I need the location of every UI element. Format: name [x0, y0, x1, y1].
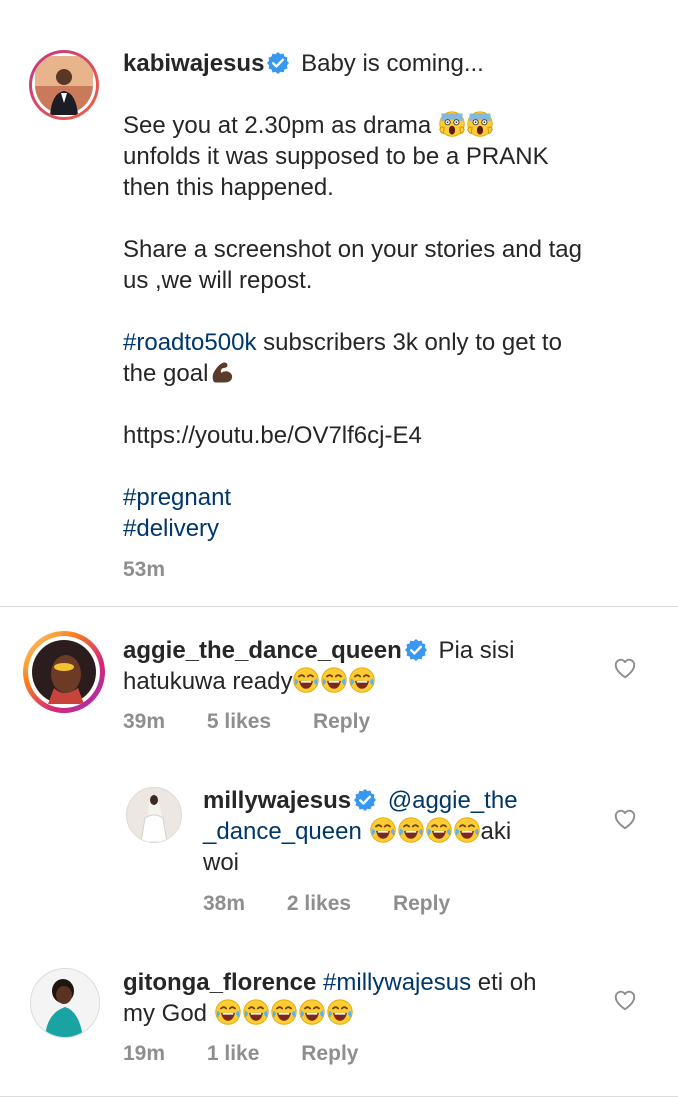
laughing-emoji-icon [242, 998, 270, 1026]
youtube-link[interactable]: https://youtu.be/OV7lf6cj-E4 [123, 422, 422, 449]
comment-likes[interactable]: 2 likes [287, 892, 351, 915]
verified-badge-icon [404, 638, 428, 662]
comment-meta: 19m 1 like Reply [123, 1042, 394, 1066]
verified-badge-icon [266, 51, 290, 75]
laughing-emoji-icon [292, 666, 320, 694]
mention-link[interactable]: #millywajesus [323, 969, 471, 996]
caption-line: See you at 2.30pm as drama [123, 112, 432, 139]
caption-line: the goal [123, 360, 209, 387]
reply-button[interactable]: Reply [313, 710, 370, 733]
reply-button[interactable]: Reply [301, 1042, 358, 1065]
post-timestamp: 53m [123, 558, 201, 582]
scream-emoji-icon [466, 110, 494, 138]
caption-line: us ,we will repost. [123, 267, 313, 294]
caption-line: unfolds it was supposed to be a PRANK [123, 143, 549, 170]
comment-time: 19m [123, 1042, 166, 1065]
laughing-emoji-icon [348, 666, 376, 694]
avatar-millywajesus[interactable] [126, 787, 182, 843]
comment-body: hatukuwa ready [123, 668, 293, 695]
comment-body: woi [203, 849, 240, 876]
avatar-gitonga[interactable] [30, 968, 100, 1038]
reply-button[interactable]: Reply [393, 892, 450, 915]
mention-link[interactable]: @aggie_the [388, 787, 518, 814]
laughing-emoji-icon [397, 816, 425, 844]
laughing-emoji-icon [369, 816, 397, 844]
caption-first-line: Baby is coming... [301, 50, 484, 77]
comment-username[interactable]: millywajesus [203, 787, 351, 814]
comment-time: 39m [123, 710, 166, 733]
laughing-emoji-icon [270, 998, 298, 1026]
comment-text: aggie_the_dance_queen Pia sisi hatukuwa … [123, 635, 593, 697]
hashtag-delivery[interactable]: #delivery [123, 515, 219, 542]
hashtag-pregnant[interactable]: #pregnant [123, 484, 231, 511]
scream-emoji-icon [438, 110, 466, 138]
heart-icon[interactable] [612, 987, 638, 1013]
comment-likes[interactable]: 5 likes [207, 710, 271, 733]
caption-line: Share a screenshot on your stories and t… [123, 236, 582, 263]
avatar-kabiwajesus[interactable] [32, 53, 96, 117]
comment-meta: 38m 2 likes Reply [203, 892, 486, 916]
comment-body: Pia sisi [438, 637, 515, 664]
comment-text: gitonga_florence #millywajesus eti oh my… [123, 967, 593, 1029]
post-caption: kabiwajesus Baby is coming... See you at… [123, 48, 643, 544]
divider [0, 1096, 678, 1097]
post-time: 53m [123, 558, 166, 581]
verified-badge-icon [353, 788, 377, 812]
flexed-biceps-emoji-icon [208, 358, 236, 386]
laughing-emoji-icon [320, 666, 348, 694]
heart-icon[interactable] [612, 806, 638, 832]
laughing-emoji-icon [453, 816, 481, 844]
laughing-emoji-icon [214, 998, 242, 1026]
comment-username[interactable]: aggie_the_dance_queen [123, 637, 402, 664]
comment-username[interactable]: gitonga_florence [123, 969, 316, 996]
laughing-emoji-icon [298, 998, 326, 1026]
comment-text: millywajesus @aggie_the _dance_queen aki… [203, 785, 603, 878]
comment-body: eti oh [477, 969, 537, 996]
avatar-aggie[interactable] [28, 636, 100, 708]
comment-body: my God [123, 1000, 208, 1027]
comment-time: 38m [203, 892, 246, 915]
laughing-emoji-icon [425, 816, 453, 844]
laughing-emoji-icon [326, 998, 354, 1026]
mention-link[interactable]: _dance_queen [203, 818, 362, 845]
comment-meta: 39m 5 likes Reply [123, 710, 406, 734]
divider [0, 606, 678, 607]
caption-line: then this happened. [123, 174, 334, 201]
comment-likes[interactable]: 1 like [207, 1042, 260, 1065]
post-username[interactable]: kabiwajesus [123, 50, 264, 77]
hashtag-roadto500k[interactable]: #roadto500k [123, 329, 256, 356]
heart-icon[interactable] [612, 655, 638, 681]
caption-line: subscribers 3k only to get to [263, 329, 562, 356]
comment-body: aki [480, 818, 512, 845]
